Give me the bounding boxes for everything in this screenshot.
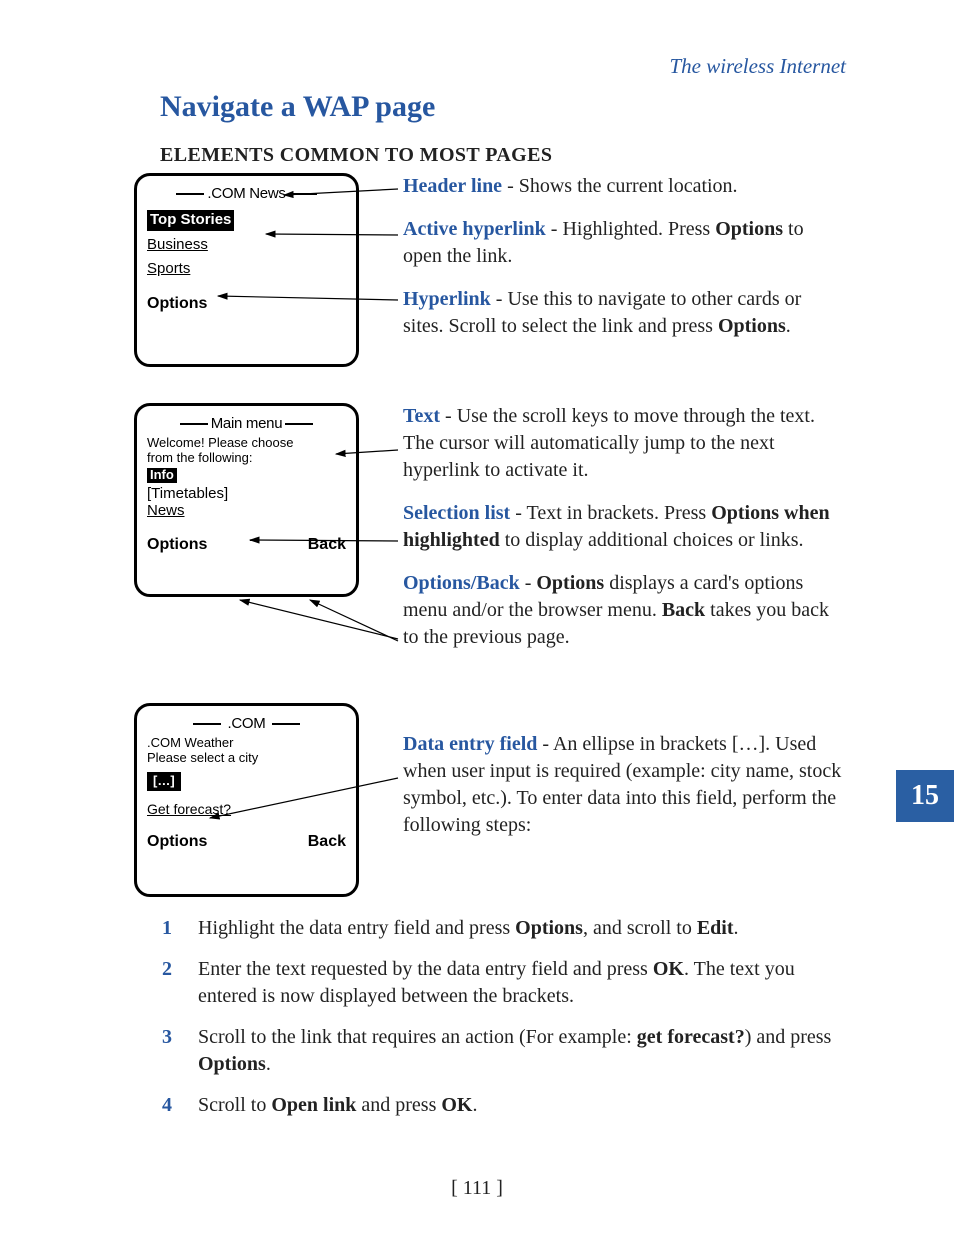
screen2-active: Info <box>147 468 177 483</box>
screen2-link-news: News <box>147 502 346 519</box>
heading-main: Navigate a WAP page <box>160 90 846 124</box>
phone-screen-2: Main menu Welcome! Please choose from th… <box>134 403 359 597</box>
step-1: 1 Highlight the data entry field and pre… <box>162 915 846 942</box>
screen3-softkey-back: Back <box>308 831 346 853</box>
screen3-line2: Please select a city <box>147 751 346 766</box>
term-header-line: Header line <box>403 175 502 197</box>
desc-header-line: Header line - Shows the current location… <box>403 173 846 200</box>
screen1-link-sports: Sports <box>147 259 346 279</box>
section-data-entry: .COM .COM Weather Please select a city [… <box>134 703 846 897</box>
section-header-active-hyperlink: .COM News Top Stories Business Sports Op… <box>134 173 846 367</box>
running-header: The wireless Internet <box>669 54 846 79</box>
desc-hyperlink: Hyperlink - Use this to navigate to othe… <box>403 286 846 340</box>
desc-data-entry: Data entry field - An ellipse in bracket… <box>403 731 846 839</box>
term-data-entry: Data entry field <box>403 733 537 755</box>
step-4: 4 Scroll to Open link and press OK. <box>162 1092 846 1119</box>
step-2: 2 Enter the text requested by the data e… <box>162 956 846 1010</box>
screen2-softkey-back: Back <box>308 534 346 556</box>
screen1-title: .COM News <box>207 185 285 202</box>
phone-screen-1: .COM News Top Stories Business Sports Op… <box>134 173 359 367</box>
chapter-tab: 15 <box>894 770 954 822</box>
screen1-active-link: Top Stories <box>147 210 234 230</box>
screen3-line1: .COM Weather <box>147 736 346 751</box>
steps-list: 1 Highlight the data entry field and pre… <box>162 915 846 1119</box>
screen3-link-forecast: Get forecast? <box>147 801 346 817</box>
screen1-softkey-options: Options <box>147 293 207 315</box>
desc-text: Text - Use the scroll keys to move throu… <box>403 403 846 484</box>
term-hyperlink: Hyperlink <box>403 288 491 310</box>
screen2-line1: Welcome! Please choose <box>147 436 346 451</box>
page-number: [ 111 ] <box>0 1177 954 1200</box>
screen1-link-business: Business <box>147 235 346 255</box>
screen2-line2: from the following: <box>147 451 346 466</box>
term-options-back: Options/Back <box>403 572 520 594</box>
section-text-selection-options: Main menu Welcome! Please choose from th… <box>134 403 846 667</box>
desc-selection-list: Selection list - Text in brackets. Press… <box>403 500 846 554</box>
term-selection-list: Selection list <box>403 502 510 524</box>
page: The wireless Internet Navigate a WAP pag… <box>0 0 954 1248</box>
screen2-title: Main menu <box>211 415 283 432</box>
phone-screen-3: .COM .COM Weather Please select a city [… <box>134 703 359 897</box>
heading-sub: ELEMENTS COMMON TO MOST PAGES <box>160 144 846 167</box>
screen2-selection-list: [Timetables] <box>147 485 346 502</box>
screen3-entry-field: […] <box>147 772 181 791</box>
desc-active-hyperlink: Active hyperlink - Highlighted. Press Op… <box>403 216 846 270</box>
body-header-line: - Shows the current location. <box>502 175 738 197</box>
term-active-hyperlink: Active hyperlink <box>403 218 546 240</box>
step-3: 3 Scroll to the link that requires an ac… <box>162 1024 846 1078</box>
screen3-title: .COM <box>228 715 266 732</box>
desc-options-back: Options/Back - Options displays a card's… <box>403 570 846 651</box>
screen3-softkey-options: Options <box>147 831 207 853</box>
term-text: Text <box>403 405 440 427</box>
screen2-softkey-options: Options <box>147 534 207 556</box>
